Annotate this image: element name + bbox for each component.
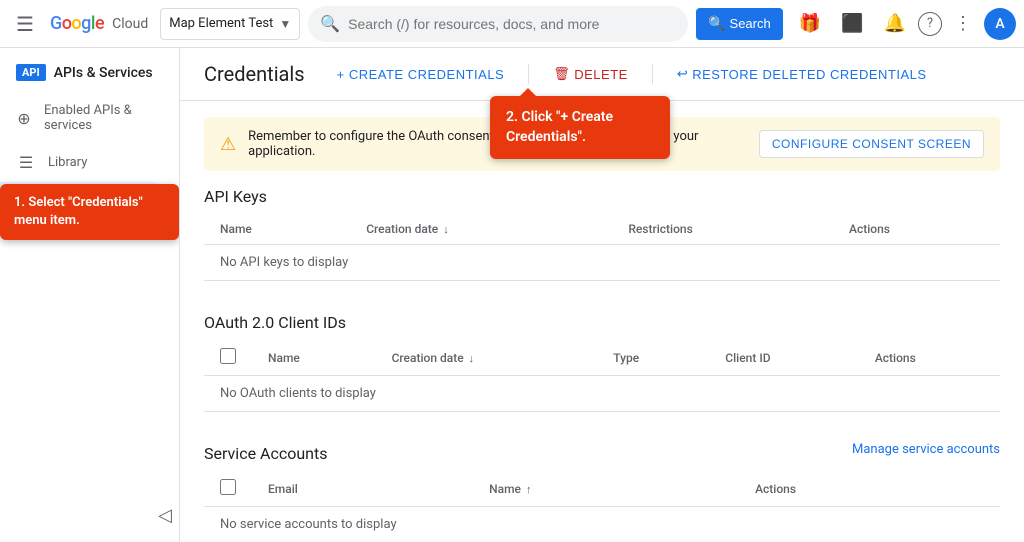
search-bar: 🔍 [308,6,688,42]
oauth-section: OAuth 2.0 Client IDs Name Creation date … [180,313,1024,428]
sidebar-item-enabled[interactable]: ⊕ Enabled APIs & services [0,93,171,143]
main-content: Credentials + CREATE CREDENTIALS 🗑 DELET… [180,48,1024,542]
sa-empty: No service accounts to display [204,507,1000,542]
alert-icon: ⚠ [220,134,236,155]
search-icon: 🔍 [320,14,340,33]
cloud-label: Cloud [112,16,148,32]
sa-check-col [204,471,252,507]
search-input[interactable] [348,16,676,32]
project-selector-text: Map Element Test [169,16,273,31]
table-row: No API keys to display [204,245,1000,281]
sidebar-item-library-label: Library [48,155,87,170]
terminal-icon[interactable]: ⬛ [833,5,871,42]
oauth-empty: No OAuth clients to display [204,376,1000,412]
more-icon[interactable]: ⋮ [946,5,980,42]
api-keys-table: Name Creation date ↓ Restrictions Action… [204,214,1000,281]
oauth-actions-col: Actions [859,340,1000,376]
api-keys-restrictions-col: Restrictions [612,214,833,245]
restore-button[interactable]: ↩ RESTORE DELETED CREDENTIALS [669,60,935,88]
sidebar-header: API APIs & Services [0,56,179,89]
callout-2: 2. Click "+ Create Credentials". [490,96,670,159]
avatar[interactable]: A [984,8,1016,40]
sidebar: API APIs & Services ⊕ Enabled APIs & ser… [0,48,180,542]
gift-icon[interactable]: 🎁 [791,5,829,42]
configure-consent-button[interactable]: CONFIGURE CONSENT SCREEN [759,130,984,158]
page-title: Credentials [204,62,305,86]
search-button-icon: 🔍 [708,15,725,32]
oauth-check-col [204,340,252,376]
restore-icon: ↩ [677,66,688,82]
library-icon: ☰ [16,153,36,172]
toolbar-divider-1 [528,64,529,84]
table-row: No OAuth clients to display [204,376,1000,412]
sort-icon: ↓ [443,223,449,236]
delete-icon: 🗑 [553,66,570,82]
api-keys-title: API Keys [204,187,1000,206]
api-badge: API [16,64,46,81]
sort-icon-sa: ↑ [526,483,532,496]
sa-email-col: Email [252,471,473,507]
delete-button[interactable]: 🗑 DELETE [545,60,636,88]
service-accounts-title: Service Accounts [204,444,327,463]
api-keys-empty: No API keys to display [204,245,1000,281]
sort-icon-oauth: ↓ [469,352,475,365]
service-accounts-table: Email Name ↑ Actions No service accounts… [204,471,1000,542]
table-row: No service accounts to display [204,507,1000,542]
main-toolbar: Credentials + CREATE CREDENTIALS 🗑 DELET… [180,48,1024,101]
menu-icon[interactable]: ☰ [8,4,42,44]
sa-select-all[interactable] [220,479,236,495]
api-keys-creation-col[interactable]: Creation date ↓ [350,214,612,245]
topbar: ☰ Google Cloud Map Element Test ▼ 🔍 🔍 Se… [0,0,1024,48]
service-accounts-section: Service Accounts Manage service accounts… [180,428,1024,542]
manage-service-accounts-link[interactable]: Manage service accounts [852,442,1000,457]
topbar-icons: 🎁 ⬛ 🔔 ? ⋮ A [791,5,1016,42]
api-keys-name-col: Name [204,214,350,245]
sa-actions-col: Actions [739,471,1000,507]
google-cloud-logo: Google Cloud [50,13,148,34]
bell-icon[interactable]: 🔔 [876,5,914,42]
sa-name-col[interactable]: Name ↑ [473,471,739,507]
oauth-creation-col[interactable]: Creation date ↓ [376,340,598,376]
help-icon[interactable]: ? [918,12,942,36]
oauth-select-all[interactable] [220,348,236,364]
oauth-type-col: Type [597,340,709,376]
oauth-client-id-col: Client ID [709,340,859,376]
search-button[interactable]: 🔍 Search [696,8,783,40]
collapse-icon: ◁ [158,505,172,526]
create-credentials-button[interactable]: + CREATE CREDENTIALS [329,61,513,88]
oauth-title: OAuth 2.0 Client IDs [204,313,1000,332]
api-keys-actions-col: Actions [833,214,1000,245]
project-selector[interactable]: Map Element Test ▼ [160,8,300,40]
enabled-icon: ⊕ [16,109,32,128]
sidebar-item-enabled-label: Enabled APIs & services [44,103,155,133]
sidebar-collapse-toggle[interactable]: ◁ [0,497,180,534]
sidebar-item-library[interactable]: ☰ Library [0,143,171,182]
api-keys-section: API Keys Name Creation date ↓ Restrictio… [180,187,1024,297]
oauth-name-col: Name [252,340,376,376]
layout: API APIs & Services ⊕ Enabled APIs & ser… [0,48,1024,542]
toolbar-divider-2 [652,64,653,84]
chevron-down-icon: ▼ [279,17,291,31]
oauth-table: Name Creation date ↓ Type Client ID Acti… [204,340,1000,412]
callout-1: 1. Select "Credentials" menu item. [0,184,179,240]
apis-services-label: APIs & Services [54,65,153,81]
